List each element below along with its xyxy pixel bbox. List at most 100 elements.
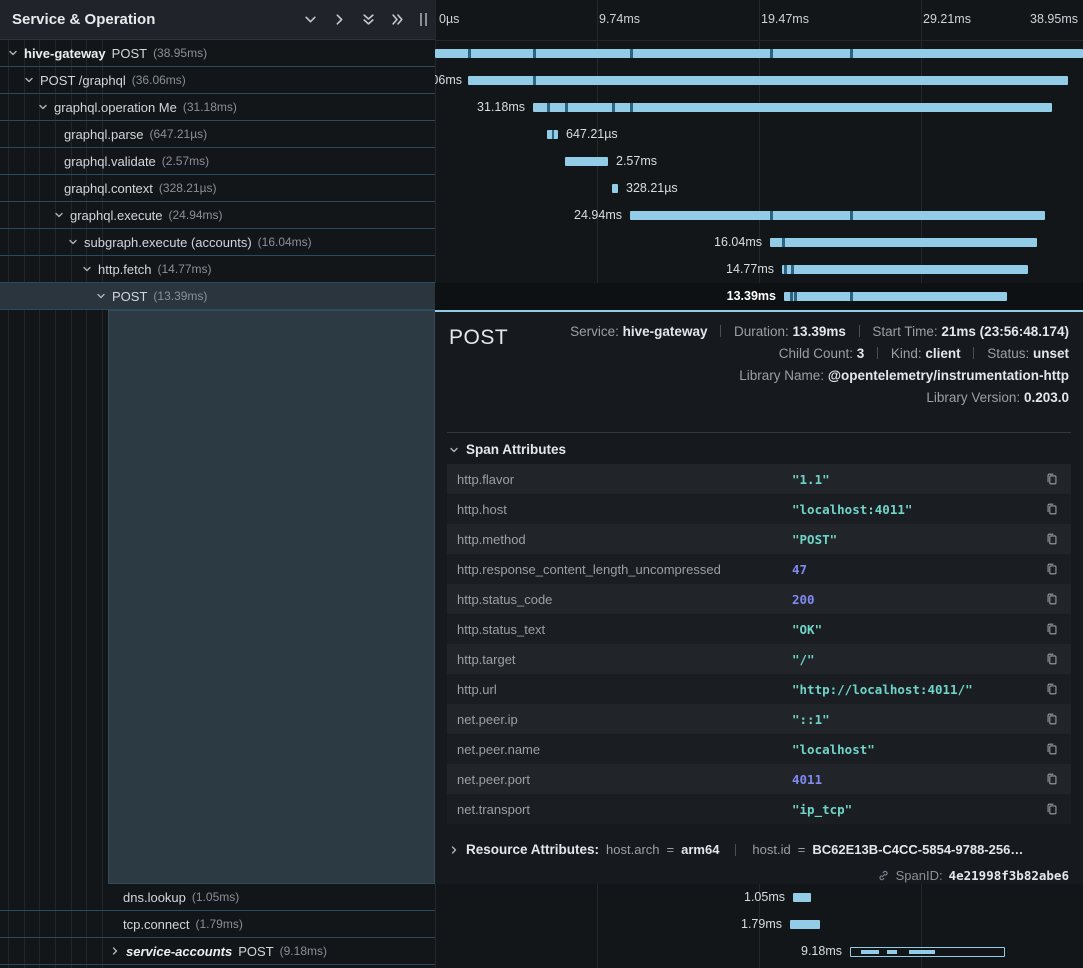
span-operation: POST	[238, 944, 273, 959]
chevron-down-icon[interactable]	[54, 210, 64, 220]
span-row-graphql-context[interactable]: graphql.context (328.21µs)	[0, 175, 435, 202]
timeline-row[interactable]: 647.21µs	[435, 121, 1083, 148]
span-operation: dns.lookup	[123, 890, 186, 905]
timeline-row[interactable]: 36.06ms	[435, 67, 1083, 94]
timeline-row[interactable]: 2.57ms	[435, 148, 1083, 175]
copy-icon	[1045, 682, 1059, 696]
collapse-one-button[interactable]	[302, 11, 319, 28]
timeline-row[interactable]: 328.21µs	[435, 175, 1083, 202]
timeline-row[interactable]: 24.94ms	[435, 202, 1083, 229]
span-row-graphql-execute[interactable]: graphql.execute (24.94ms)	[0, 202, 435, 229]
timeline-row[interactable]: 31.18ms	[435, 94, 1083, 121]
span-bar[interactable]	[782, 265, 1028, 274]
chevron-down-icon[interactable]	[38, 102, 48, 112]
meta-label: Child Count:	[779, 346, 853, 361]
column-resize-handle[interactable]	[420, 13, 427, 26]
chevron-down-icon[interactable]	[96, 291, 106, 301]
copy-button[interactable]	[1043, 770, 1061, 788]
timeline-row[interactable]: 9.18ms	[435, 938, 1083, 965]
resource-key: host.id	[752, 842, 790, 857]
copy-button[interactable]	[1043, 620, 1061, 638]
resource-key: host.arch	[606, 842, 659, 857]
span-bar[interactable]	[790, 920, 820, 929]
span-row-post-graphql[interactable]: POST /graphql (36.06ms)	[0, 67, 435, 94]
span-operation: graphql.context	[64, 181, 153, 196]
chevron-right-icon	[333, 13, 346, 26]
chevron-down-icon[interactable]	[24, 75, 34, 85]
copy-button[interactable]	[1043, 590, 1061, 608]
duration-label: 14.77ms	[726, 262, 774, 276]
timeline-row[interactable]: 14.77ms	[435, 256, 1083, 283]
copy-icon	[1045, 622, 1059, 636]
attribute-value: "localhost:4011"	[792, 502, 912, 517]
copy-button[interactable]	[1043, 530, 1061, 548]
copy-button[interactable]	[1043, 800, 1061, 818]
timeline-row-selected[interactable]: 13.39ms	[435, 283, 1083, 310]
copy-button[interactable]	[1043, 560, 1061, 578]
span-bar[interactable]	[793, 893, 811, 902]
span-bar[interactable]	[630, 211, 1045, 220]
span-operation: POST /graphql	[40, 73, 126, 88]
span-row-tcp-connect[interactable]: tcp.connect (1.79ms)	[0, 911, 435, 938]
double-chevron-down-icon	[362, 13, 375, 26]
meta-value: hive-gateway	[623, 324, 708, 339]
expand-all-button[interactable]	[389, 11, 406, 28]
collapse-all-button[interactable]	[360, 11, 377, 28]
span-bar[interactable]	[770, 238, 1037, 247]
link-icon[interactable]	[877, 869, 890, 882]
span-bar[interactable]	[612, 184, 618, 193]
attribute-row: net.peer.name "localhost"	[447, 734, 1071, 764]
ruler-tick: 0µs	[439, 12, 459, 26]
copy-button[interactable]	[1043, 650, 1061, 668]
span-row-graphql-parse[interactable]: graphql.parse (647.21µs)	[0, 121, 435, 148]
span-row-graphql-operation[interactable]: graphql.operation Me (31.18ms)	[0, 94, 435, 121]
timeline-row[interactable]: 16.04ms	[435, 229, 1083, 256]
copy-button[interactable]	[1043, 470, 1061, 488]
copy-button[interactable]	[1043, 740, 1061, 758]
span-bar[interactable]	[565, 157, 608, 166]
span-bar[interactable]	[784, 292, 1007, 301]
timeline-row[interactable]: 1.05ms	[435, 884, 1083, 911]
span-row-subgraph-execute[interactable]: subgraph.execute (accounts) (16.04ms)	[0, 229, 435, 256]
span-row-dns-lookup[interactable]: dns.lookup (1.05ms)	[0, 884, 435, 911]
meta-label: Duration:	[734, 324, 789, 339]
span-row-service-accounts[interactable]: service-accounts POST (9.18ms)	[0, 938, 435, 965]
copy-button[interactable]	[1043, 500, 1061, 518]
span-bar[interactable]	[468, 76, 1068, 85]
chevron-down-icon[interactable]	[68, 237, 78, 247]
attribute-key: http.host	[457, 502, 792, 517]
span-bar[interactable]	[533, 103, 1052, 112]
meta-label: Service:	[570, 324, 619, 339]
span-bar[interactable]	[435, 49, 1083, 58]
attribute-key: http.url	[457, 682, 792, 697]
span-bar[interactable]	[547, 130, 558, 139]
timeline-row[interactable]: 1.79ms	[435, 911, 1083, 938]
resource-attributes-toggle[interactable]: Resource Attributes: host.arch = arm64 h…	[449, 842, 1023, 857]
span-bar-collapsed[interactable]	[850, 947, 1005, 957]
timeline-row[interactable]	[435, 40, 1083, 67]
resource-value: arm64	[681, 842, 719, 857]
copy-icon	[1045, 802, 1059, 816]
chevron-right-icon[interactable]	[110, 946, 120, 956]
ruler-tick: 19.47ms	[761, 12, 809, 26]
attribute-row: http.target "/"	[447, 644, 1071, 674]
chevron-down-icon[interactable]	[82, 264, 92, 274]
spanid-label: SpanID:	[896, 868, 943, 883]
span-duration: (2.57ms)	[162, 154, 209, 168]
ruler-tick: 29.21ms	[923, 12, 971, 26]
equals-sign: =	[667, 842, 675, 857]
meta-value: client	[925, 346, 960, 361]
copy-button[interactable]	[1043, 710, 1061, 728]
span-row-post-selected[interactable]: POST (13.39ms)	[0, 283, 435, 310]
span-operation: POST	[112, 289, 147, 304]
span-row-graphql-validate[interactable]: graphql.validate (2.57ms)	[0, 148, 435, 175]
expand-one-button[interactable]	[331, 11, 348, 28]
copy-button[interactable]	[1043, 680, 1061, 698]
panel-title: Service & Operation	[12, 11, 155, 28]
chevron-down-icon[interactable]	[8, 48, 18, 58]
span-row-hive-gateway[interactable]: hive-gateway POST (38.95ms)	[0, 40, 435, 67]
span-operation: subgraph.execute (accounts)	[84, 235, 252, 250]
timeline-ruler[interactable]: 0µs 9.74ms 19.47ms 29.21ms 38.95ms	[435, 0, 1083, 41]
span-row-http-fetch[interactable]: http.fetch (14.77ms)	[0, 256, 435, 283]
span-attributes-toggle[interactable]: Span Attributes	[449, 442, 566, 457]
